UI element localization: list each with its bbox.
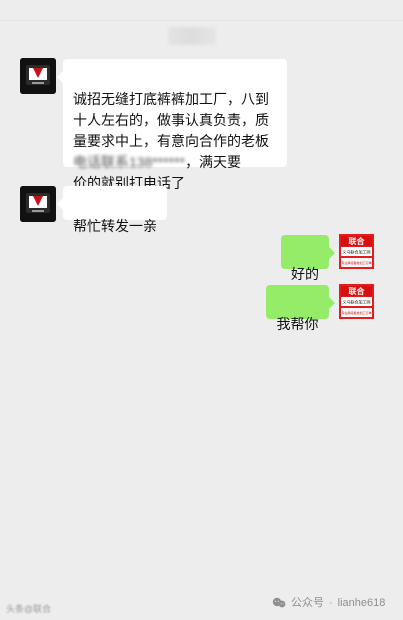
contact-avatar[interactable]: [20, 186, 56, 222]
watermark-account: lianhe618: [337, 597, 386, 609]
top-divider: [0, 20, 403, 21]
tshirt-avatar-icon: [20, 58, 56, 94]
bottom-right-watermark: 公众号 · lianhe618: [272, 596, 385, 610]
bottom-left-watermark-text: 头条@联合: [6, 604, 52, 614]
message-text: 我帮你: [276, 316, 319, 332]
message-text: 帮忙转发一亲: [73, 218, 157, 234]
incoming-message-bubble[interactable]: 诚招无缝打底裤裤加工厂，八到 十人左右的，做事认真负责，质 量要求中上，有意向合…: [57, 59, 287, 191]
brand-footer: 专业承接各类加工订单: [341, 310, 371, 315]
outgoing-message-bubble[interactable]: 好的: [281, 235, 335, 282]
brand-title: 联合: [349, 236, 366, 246]
brand-title: 联合: [349, 286, 366, 296]
brand-logo-icon: 联合 义乌联合加工网 专业承接各类加工订单: [339, 284, 374, 319]
tshirt-avatar-icon: [20, 186, 56, 222]
watermark-label: 公众号: [291, 597, 324, 609]
watermark-separator: ·: [329, 597, 333, 609]
outgoing-message-bubble[interactable]: 我帮你: [266, 285, 335, 332]
bottom-left-watermark: 头条@联合: [6, 603, 51, 615]
message-text: 好的: [291, 266, 319, 282]
contact-avatar[interactable]: [20, 58, 56, 94]
brand-subtitle: 义乌联合加工网: [343, 299, 371, 305]
wechat-icon: [272, 597, 286, 608]
masked-contact-info: 电话联系138******: [73, 154, 186, 170]
incoming-message-bubble[interactable]: 帮忙转发一亲: [57, 186, 167, 234]
brand-logo-icon: 联合 义乌联合加工网 专业承接各类加工订单: [339, 234, 374, 269]
sender-avatar[interactable]: 联合 义乌联合加工网 专业承接各类加工订单: [339, 284, 374, 319]
brand-subtitle: 义乌联合加工网: [343, 249, 371, 255]
brand-footer: 专业承接各类加工订单: [341, 260, 371, 265]
message-timestamp: [168, 27, 216, 45]
message-text-part-1: 诚招无缝打底裤裤加工厂，八到 十人左右的，做事认真负责，质 量要求中上，有意向合…: [73, 91, 269, 149]
sender-avatar[interactable]: 联合 义乌联合加工网 专业承接各类加工订单: [339, 234, 374, 269]
